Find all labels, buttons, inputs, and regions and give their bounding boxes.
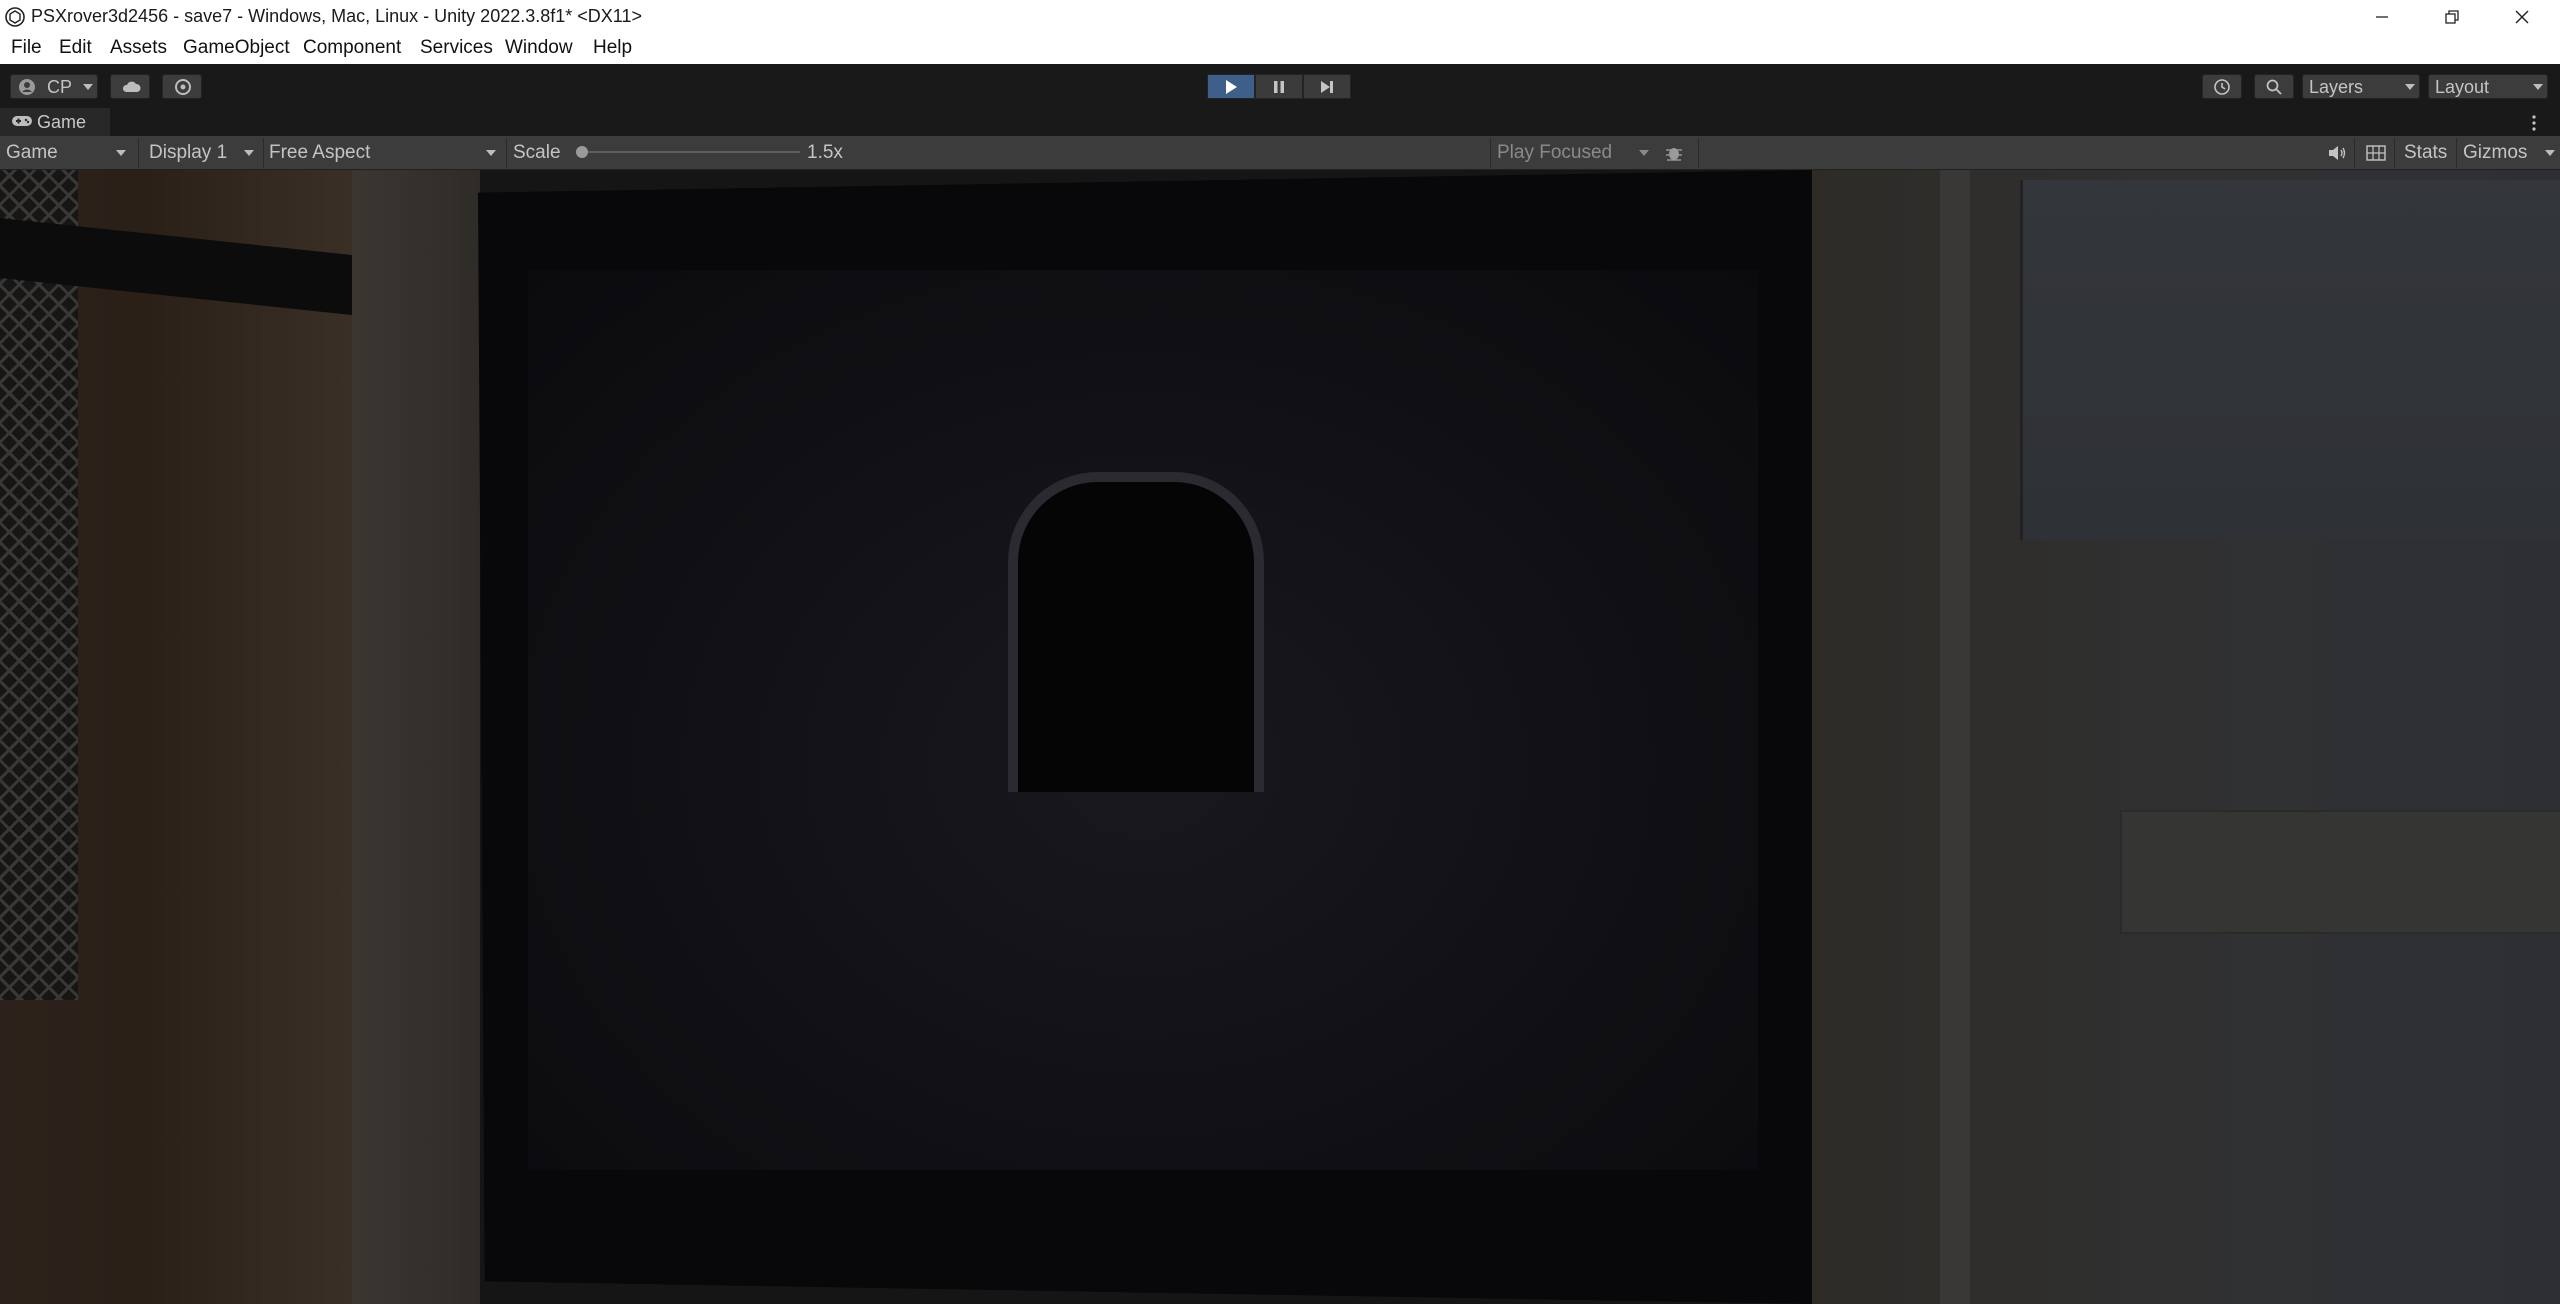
menu-help[interactable]: Help — [593, 37, 632, 59]
tab-game-label: Game — [37, 112, 87, 132]
divider — [2394, 138, 2395, 168]
game-viewport[interactable] — [0, 170, 2560, 1304]
chevron-down-icon — [83, 84, 93, 90]
bug-icon[interactable] — [1664, 144, 1684, 162]
scene-fence — [0, 170, 78, 1000]
undo-history-button[interactable] — [2202, 74, 2242, 99]
chevron-down-icon — [1639, 150, 1649, 156]
menu-file[interactable]: File — [11, 37, 42, 59]
slider-thumb[interactable] — [576, 146, 588, 158]
scene-pillar-right — [1940, 170, 1970, 1304]
window-title: PSXrover3d2456 - save7 - Windows, Mac, L… — [31, 6, 642, 26]
gamepad-icon — [11, 114, 33, 128]
grid-icon[interactable] — [2366, 144, 2386, 162]
step-button[interactable] — [1303, 74, 1351, 99]
chevron-down-icon — [2533, 84, 2543, 90]
gizmos-label: Gizmos — [2463, 142, 2528, 163]
layers-dropdown[interactable]: Layers — [2302, 74, 2420, 99]
menu-bar: File Edit Assets GameObject Component Se… — [0, 34, 2560, 64]
scale-value: 1.5x — [807, 142, 843, 163]
play-mode-dropdown[interactable]: Play Focused — [1491, 136, 1657, 169]
aspect-label: Free Aspect — [269, 142, 371, 163]
display-dropdown[interactable]: Display 1 — [140, 136, 262, 169]
chevron-down-icon — [244, 150, 254, 156]
slider-track — [578, 151, 800, 153]
menu-gameobject[interactable]: GameObject — [183, 37, 290, 59]
cloud-icon — [121, 79, 141, 95]
divider — [2354, 138, 2355, 168]
account-label: CP — [47, 77, 73, 97]
scale-label: Scale — [513, 142, 561, 163]
restore-icon — [2444, 9, 2460, 25]
restore-button[interactable] — [2418, 0, 2486, 34]
history-icon — [2213, 78, 2231, 96]
search-icon — [2265, 78, 2283, 96]
gizmos-dropdown[interactable]: Gizmos — [2457, 136, 2560, 169]
cloud-button[interactable] — [110, 74, 150, 99]
aspect-dropdown[interactable]: Free Aspect — [264, 136, 504, 169]
scale-slider[interactable] — [576, 146, 800, 158]
scene-right-panel — [2020, 180, 2560, 540]
chevron-down-icon — [2405, 84, 2415, 90]
display-label: Display 1 — [149, 142, 228, 163]
layout-label: Layout — [2435, 77, 2490, 97]
tab-game[interactable]: Game — [0, 108, 110, 136]
divider — [506, 138, 507, 168]
search-button[interactable] — [2254, 74, 2294, 99]
scene-right-sign — [2120, 810, 2560, 934]
stats-button[interactable]: Stats — [2404, 142, 2447, 164]
minimize-button[interactable] — [2348, 0, 2416, 34]
view-mode-dropdown[interactable]: Game — [0, 136, 132, 169]
menu-component[interactable]: Component — [303, 37, 401, 59]
play-mode-label: Play Focused — [1497, 142, 1613, 163]
step-icon — [1319, 79, 1335, 95]
layout-dropdown[interactable]: Layout — [2428, 74, 2548, 99]
pause-button[interactable] — [1255, 74, 1303, 99]
scene-monitor — [478, 170, 1812, 1304]
pause-icon — [1272, 79, 1286, 95]
menu-services[interactable]: Services — [420, 37, 493, 59]
audio-icon[interactable] — [2327, 144, 2347, 162]
chevron-down-icon — [486, 150, 496, 156]
spacer — [1320, 138, 1321, 168]
kebab-icon[interactable] — [2530, 114, 2538, 132]
play-button[interactable] — [1207, 74, 1255, 99]
window-title-bar: PSXrover3d2456 - save7 - Windows, Mac, L… — [0, 0, 2560, 34]
minimize-icon — [2374, 9, 2390, 25]
scene-pillar-left — [352, 170, 480, 1304]
layers-label: Layers — [2309, 77, 2364, 97]
unity-logo-icon — [5, 7, 25, 27]
account-dropdown[interactable]: CP — [10, 74, 98, 99]
divider — [1698, 138, 1699, 168]
menu-window[interactable]: Window — [505, 37, 573, 59]
scene-tunnel-opening — [1008, 472, 1264, 792]
view-mode-label: Game — [6, 142, 58, 163]
close-window-button[interactable] — [2488, 0, 2556, 34]
divider — [138, 138, 139, 168]
chevron-down-icon — [2545, 150, 2555, 156]
menu-edit[interactable]: Edit — [59, 37, 92, 59]
account-icon — [18, 78, 36, 96]
chevron-down-icon — [116, 150, 126, 156]
menu-assets[interactable]: Assets — [110, 37, 167, 59]
game-view-toolbar: Game Display 1 Free Aspect Scale 1.5x Pl… — [0, 136, 2560, 170]
collab-icon — [173, 78, 193, 96]
play-icon — [1224, 79, 1238, 95]
panel-tab-bar: Game — [0, 108, 2560, 136]
close-icon — [2514, 9, 2530, 25]
collab-button[interactable] — [162, 74, 202, 99]
main-toolbar: CP Layers Layout — [0, 64, 2560, 108]
